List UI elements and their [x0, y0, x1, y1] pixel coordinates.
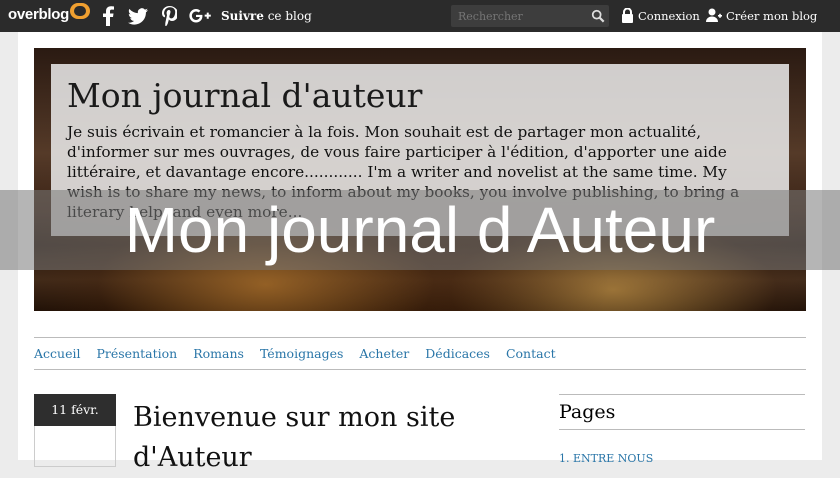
follow-rest-label: ce blog [263, 9, 312, 23]
header-banner: Mon journal d'auteur Je suis écrivain et… [34, 48, 806, 311]
nav-romans[interactable]: Romans [193, 346, 244, 361]
nav-dedicaces[interactable]: Dédicaces [425, 346, 490, 361]
login-link[interactable]: Connexion [621, 8, 700, 23]
logo-bubble-icon [69, 2, 90, 19]
post-date: 11 févr. [34, 394, 116, 426]
overblog-topbar: overblog Suivre ce blog Connexion Créer … [0, 0, 840, 32]
nav-contact[interactable]: Contact [506, 346, 556, 361]
create-blog-label: Créer mon blog [726, 8, 818, 23]
search-box [451, 5, 609, 27]
lock-icon [622, 8, 633, 23]
nav-accueil[interactable]: Accueil [34, 346, 80, 361]
create-blog-link[interactable]: Créer mon blog [706, 8, 817, 23]
login-label: Connexion [638, 8, 700, 23]
follow-bold-label: Suivre [221, 9, 264, 23]
search-icon[interactable] [591, 9, 605, 23]
blog-title[interactable]: Mon journal d'auteur [67, 76, 422, 115]
overblog-logo[interactable]: overblog [8, 2, 90, 23]
post-date-frame [34, 426, 116, 467]
sidebar-pages-title: Pages [559, 394, 805, 430]
overlay-title: Mon journal d Auteur [124, 194, 716, 266]
nav-acheter[interactable]: Acheter [359, 346, 409, 361]
logo-text: overblog [8, 6, 69, 23]
twitter-icon[interactable] [127, 5, 149, 27]
nav-temoignages[interactable]: Témoignages [260, 346, 343, 361]
main-navigation: Accueil Présentation Romans Témoignages … [34, 337, 806, 370]
search-input[interactable] [456, 8, 590, 24]
pinterest-icon[interactable] [160, 5, 178, 27]
add-user-icon [706, 8, 722, 22]
nav-presentation[interactable]: Présentation [96, 346, 177, 361]
facebook-icon[interactable] [100, 5, 116, 27]
google-plus-icon[interactable] [188, 5, 212, 27]
post-title[interactable]: Bienvenue sur mon site d'Auteur [133, 398, 523, 478]
sidebar-page-item[interactable]: 1. ENTRE NOUS [559, 452, 653, 465]
follow-blog-link[interactable]: Suivre ce blog [221, 9, 312, 23]
